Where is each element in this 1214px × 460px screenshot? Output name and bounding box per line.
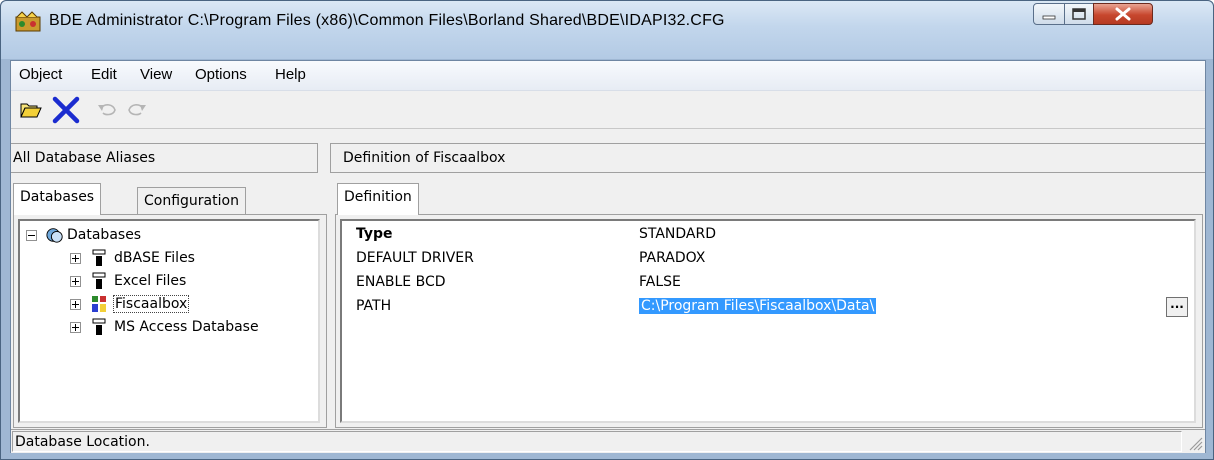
- expand-icon[interactable]: [70, 276, 81, 287]
- toolbar: [11, 91, 1205, 129]
- tree-item-databases-root[interactable]: Databases: [24, 225, 314, 247]
- maximize-icon: [1072, 8, 1086, 20]
- databases-icon: [46, 228, 63, 243]
- menu-edit[interactable]: Edit: [91, 66, 117, 83]
- grid-row-type[interactable]: Type STANDARD: [342, 223, 1194, 247]
- definition-header-label: Definition of Fiscaalbox: [343, 150, 506, 166]
- minimize-icon: [1042, 15, 1056, 20]
- grid-key: PATH: [356, 298, 392, 314]
- status-text: Database Location.: [12, 431, 1182, 452]
- tree-label: dBASE Files: [114, 250, 195, 266]
- menu-bar: Object Edit View Options Help: [11, 61, 1205, 91]
- tab-configuration[interactable]: Configuration: [137, 187, 246, 214]
- tree-item-excel[interactable]: Excel Files: [24, 271, 314, 293]
- tab-definition[interactable]: Definition: [337, 183, 419, 215]
- tree-label-selected: Fiscaalbox: [112, 295, 190, 313]
- maximize-button[interactable]: [1064, 3, 1094, 25]
- tree-label: Databases: [67, 227, 142, 243]
- menu-options[interactable]: Options: [195, 66, 247, 83]
- grid-row-enable-bcd[interactable]: ENABLE BCD FALSE: [342, 271, 1194, 295]
- title-bar[interactable]: BDE Administrator C:\Program Files (x86)…: [1, 1, 1213, 59]
- grid-value: STANDARD: [639, 226, 717, 242]
- undo-icon[interactable]: [95, 99, 119, 121]
- grid-value: FALSE: [639, 274, 681, 290]
- grid-row-default-driver[interactable]: DEFAULT DRIVER PARADOX: [342, 247, 1194, 271]
- path-value-field[interactable]: C:\Program Files\Fiscaalbox\Data\: [639, 298, 877, 314]
- database-icon: [92, 272, 106, 289]
- client-area: Object Edit View Options Help All Databa…: [10, 60, 1206, 453]
- database-icon: [92, 249, 106, 266]
- bde-app-icon: [15, 11, 41, 32]
- tree-label: Fiscaalbox: [112, 295, 190, 313]
- expand-icon[interactable]: [70, 299, 81, 310]
- minimize-button[interactable]: [1033, 3, 1065, 25]
- close-icon: [1115, 7, 1131, 21]
- database-open-icon: [92, 296, 106, 312]
- expand-icon[interactable]: [70, 253, 81, 264]
- database-tree[interactable]: Databases dBASE Files Excel Files Fiscaa…: [18, 219, 320, 423]
- tree-item-fiscaalbox[interactable]: Fiscaalbox: [24, 294, 314, 316]
- redo-icon[interactable]: [125, 99, 149, 121]
- browse-ellipsis-button[interactable]: ...: [1166, 297, 1188, 317]
- open-folder-icon[interactable]: [19, 99, 43, 121]
- grid-value: PARADOX: [639, 250, 706, 266]
- delete-x-icon[interactable]: [51, 96, 81, 124]
- window-title: BDE Administrator C:\Program Files (x86)…: [49, 12, 725, 29]
- aliases-header: All Database Aliases: [11, 143, 318, 173]
- grid-key: DEFAULT DRIVER: [356, 250, 474, 266]
- status-bar: Database Location.: [11, 429, 1205, 453]
- aliases-header-label: All Database Aliases: [13, 150, 156, 166]
- grid-key: Type: [356, 226, 393, 242]
- path-value-selected[interactable]: C:\Program Files\Fiscaalbox\Data\: [639, 298, 877, 314]
- collapse-icon[interactable]: [26, 230, 37, 241]
- close-button[interactable]: [1093, 3, 1153, 25]
- tab-databases[interactable]: Databases: [13, 183, 102, 215]
- definition-tab-frame: Type STANDARD DEFAULT DRIVER PARADOX ENA…: [335, 214, 1203, 428]
- databases-tab-frame: Databases dBASE Files Excel Files Fiscaa…: [13, 214, 327, 428]
- tree-label: MS Access Database: [114, 319, 259, 335]
- menu-object[interactable]: Object: [19, 66, 62, 83]
- resize-grip-icon[interactable]: [1187, 435, 1203, 451]
- grid-key: ENABLE BCD: [356, 274, 446, 290]
- tree-label: Excel Files: [114, 273, 187, 289]
- definition-grid[interactable]: Type STANDARD DEFAULT DRIVER PARADOX ENA…: [340, 219, 1196, 423]
- tree-item-dbase[interactable]: dBASE Files: [24, 248, 314, 270]
- tree-item-msaccess[interactable]: MS Access Database: [24, 317, 314, 339]
- menu-view[interactable]: View: [140, 66, 172, 83]
- definition-header: Definition of Fiscaalbox: [330, 143, 1205, 173]
- app-window: BDE Administrator C:\Program Files (x86)…: [0, 0, 1214, 460]
- menu-help[interactable]: Help: [275, 66, 306, 83]
- grid-row-path[interactable]: PATH C:\Program Files\Fiscaalbox\Data\ .…: [342, 295, 1194, 319]
- database-icon: [92, 318, 106, 335]
- expand-icon[interactable]: [70, 322, 81, 333]
